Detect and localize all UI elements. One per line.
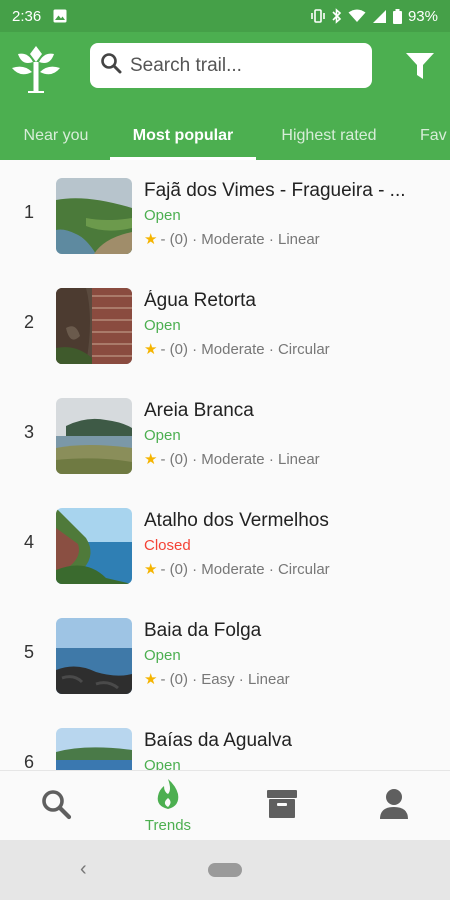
status-time: 2:36 (12, 7, 42, 25)
trail-meta: ★ - (0) · Easy · Linear (144, 670, 290, 689)
search-input[interactable] (130, 54, 350, 77)
star-icon: ★ (144, 231, 158, 248)
signal-icon (372, 9, 387, 24)
vibrate-icon (310, 9, 326, 23)
trail-rating-info: - (0) · Moderate · Linear (160, 450, 320, 468)
trail-rank: 3 (23, 422, 34, 442)
trail-status: Open (144, 427, 181, 444)
trail-thumbnail (56, 178, 132, 254)
trail-rank: 6 (23, 752, 34, 770)
trail-name: Água Retorta (144, 290, 256, 311)
app-logo-icon (8, 40, 64, 96)
tab-bar: Near you Most popular Highest rated Fav (0, 112, 450, 160)
nav-trends[interactable]: Trends (112, 771, 224, 841)
trail-rank: 5 (23, 642, 34, 662)
filter-icon (405, 52, 435, 85)
nav-archive[interactable] (226, 771, 338, 841)
trail-row[interactable]: 5 Baia da Folga Open ★ - (0) · Easy · Li… (0, 600, 450, 710)
trail-name: Areia Branca (144, 400, 254, 421)
trail-row[interactable]: 6 Baías da Agualva Open (0, 710, 450, 770)
app-bar: Near you Most popular Highest rated Fav (0, 32, 450, 160)
tab-highest-rated[interactable]: Highest rated (270, 112, 388, 160)
battery-percent: 93% (407, 7, 438, 25)
trail-rating-info: - (0) · Moderate · Circular (160, 340, 330, 358)
star-icon: ★ (144, 671, 158, 688)
trail-row[interactable]: 4 Atalho dos Vermelhos Closed ★ - (0) · … (0, 490, 450, 600)
trail-status: Open (144, 207, 181, 224)
star-icon: ★ (144, 561, 158, 578)
home-pill-button[interactable] (208, 863, 242, 877)
trail-status: Open (144, 647, 181, 664)
trail-meta: ★ - (0) · Moderate · Circular (144, 560, 330, 579)
trail-thumbnail (56, 398, 132, 474)
nav-profile[interactable] (338, 771, 450, 841)
bluetooth-icon (332, 8, 342, 24)
trail-thumbnail (56, 728, 132, 770)
search-bar[interactable] (90, 43, 372, 88)
star-icon: ★ (144, 451, 158, 468)
star-icon: ★ (144, 341, 158, 358)
trail-rank: 2 (23, 312, 34, 332)
wifi-icon (348, 9, 366, 23)
trail-rating-info: - (0) · Easy · Linear (160, 670, 290, 688)
trail-rank: 4 (23, 532, 34, 552)
trail-meta: ★ - (0) · Moderate · Linear (144, 450, 320, 469)
trail-rating-info: - (0) · Moderate · Linear (160, 230, 320, 248)
system-navigation-bar: ‹ (0, 840, 450, 900)
nav-search[interactable] (0, 771, 112, 841)
trail-row[interactable]: 2 Água Retorta Open ★ - (0) · Moderate ·… (0, 270, 450, 380)
bottom-navigation: Trends (0, 770, 450, 840)
trail-rank: 1 (23, 202, 34, 222)
trail-rating-info: - (0) · Moderate · Circular (160, 560, 330, 578)
trail-thumbnail (56, 288, 132, 364)
trail-meta: ★ - (0) · Moderate · Circular (144, 340, 330, 359)
tab-near-you[interactable]: Near you (14, 112, 98, 160)
trail-row[interactable]: 1 Fajã dos Vimes - Fragueira - ... Open … (0, 160, 450, 270)
flame-icon (154, 778, 182, 815)
trail-name: Atalho dos Vermelhos (144, 510, 329, 531)
trail-name: Baia da Folga (144, 620, 262, 641)
trail-status: Closed (144, 537, 191, 554)
back-chevron-icon[interactable]: ‹ (80, 858, 87, 881)
trail-status: Open (144, 757, 181, 770)
person-icon (379, 788, 409, 825)
trail-row[interactable]: 3 Areia Branca Open ★ - (0) · Moderate ·… (0, 380, 450, 490)
trail-meta: ★ - (0) · Moderate · Linear (144, 230, 320, 249)
trail-list: 1 Fajã dos Vimes - Fragueira - ... Open … (0, 160, 450, 770)
battery-icon (392, 8, 402, 24)
tab-favorites[interactable]: Fav (420, 112, 450, 160)
search-icon (100, 52, 122, 79)
archive-icon (266, 789, 298, 824)
filter-button[interactable] (402, 50, 438, 86)
trail-status: Open (144, 317, 181, 334)
trail-thumbnail (56, 508, 132, 584)
trail-thumbnail (56, 618, 132, 694)
trail-name: Fajã dos Vimes - Fragueira - ... (144, 180, 406, 201)
image-notification-icon (53, 9, 67, 23)
search-icon (40, 788, 72, 825)
trail-name: Baías da Agualva (144, 730, 292, 751)
status-bar: 2:36 93% (0, 0, 450, 32)
nav-trends-label: Trends (144, 817, 192, 834)
tab-most-popular[interactable]: Most popular (110, 112, 256, 160)
